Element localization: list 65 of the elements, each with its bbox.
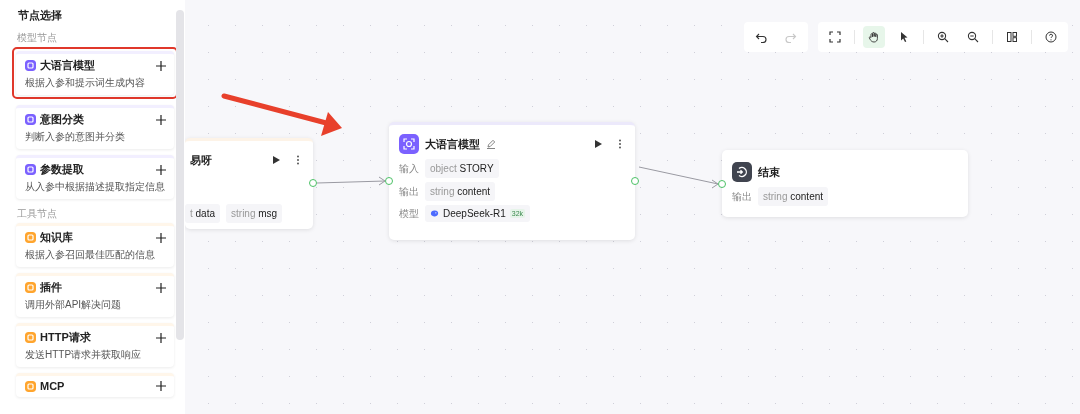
section-heading: 工具节点	[17, 207, 57, 221]
add-icon[interactable]	[156, 114, 166, 125]
port-handle[interactable]	[385, 177, 393, 185]
variable-tag: string content	[425, 182, 496, 201]
workflow-node[interactable]: 结束 输出 string content	[722, 150, 968, 217]
llm-node-icon	[399, 134, 419, 154]
cursor-icon	[898, 31, 910, 43]
variable-tag: object STORY	[425, 159, 499, 178]
scrollbar[interactable]	[176, 10, 184, 340]
add-icon[interactable]	[156, 381, 166, 391]
add-icon[interactable]	[156, 232, 166, 243]
add-icon[interactable]	[156, 164, 166, 175]
node-description: 判断入参的意图并分类	[25, 130, 125, 144]
redo-icon	[785, 31, 797, 43]
node-description: 发送HTTP请求并获取响应	[25, 348, 142, 362]
undo-icon	[755, 31, 767, 43]
row-label: 输出	[732, 189, 752, 204]
port-handle[interactable]	[309, 179, 317, 187]
node-card[interactable]: 大语言模型 根据入参和提示词生成内容	[16, 51, 174, 95]
exit-icon	[732, 162, 752, 182]
variable-tag: string content	[758, 187, 829, 206]
node-title: 大语言模型	[40, 58, 95, 73]
row-label: 输出	[399, 184, 419, 199]
port-handle[interactable]	[718, 180, 726, 188]
connector	[316, 176, 386, 186]
node-title: 知识库	[40, 230, 73, 245]
panel-title: 节点选择	[18, 8, 62, 23]
node-title: MCP	[40, 380, 65, 392]
row-label: 模型	[399, 206, 419, 221]
node-description: 根据入参召回最佳匹配的信息	[25, 248, 155, 262]
node-card[interactable]: 插件 调用外部API解决问题	[16, 273, 174, 317]
zoom-out-icon	[967, 31, 979, 43]
node-title: HTTP请求	[40, 330, 91, 345]
variable-tag: t data	[185, 204, 221, 223]
node-card[interactable]: 意图分类 判断入参的意图并分类	[16, 105, 174, 149]
fullscreen-icon	[829, 31, 841, 43]
node-card[interactable]: MCP	[16, 373, 174, 397]
edit-icon[interactable]	[486, 139, 496, 149]
zoom-in-icon	[937, 31, 949, 43]
play-icon[interactable]	[593, 139, 603, 149]
hand-button[interactable]	[863, 26, 885, 48]
node-description: 从入参中根据描述提取指定信息	[25, 180, 165, 194]
node-card[interactable]: HTTP请求 发送HTTP请求并获取响应	[16, 323, 174, 367]
node-title: 易呀	[190, 152, 212, 168]
node-title: 大语言模型	[425, 136, 480, 152]
add-icon[interactable]	[156, 332, 166, 343]
node-title: 参数提取	[40, 162, 84, 177]
help-icon	[1045, 31, 1057, 43]
workflow-node[interactable]: 易呀 t data string msg	[185, 138, 313, 229]
node-title: 结束	[758, 164, 780, 180]
node-card[interactable]: 参数提取 从入参中根据描述提取指定信息	[16, 155, 174, 199]
node-description: 调用外部API解决问题	[25, 298, 122, 312]
variable-tag: string msg	[226, 204, 283, 223]
section-heading: 模型节点	[17, 31, 57, 45]
node-description: 根据入参和提示词生成内容	[25, 76, 145, 90]
play-icon[interactable]	[271, 155, 281, 165]
node-title: 插件	[40, 280, 62, 295]
row-label: 输入	[399, 161, 419, 176]
node-title: 意图分类	[40, 112, 84, 127]
add-icon[interactable]	[156, 282, 166, 293]
add-icon[interactable]	[156, 60, 166, 71]
port-handle[interactable]	[631, 177, 639, 185]
layout-icon	[1006, 31, 1018, 43]
hand-icon	[868, 31, 880, 43]
node-card[interactable]: 知识库 根据入参召回最佳匹配的信息	[16, 223, 174, 267]
